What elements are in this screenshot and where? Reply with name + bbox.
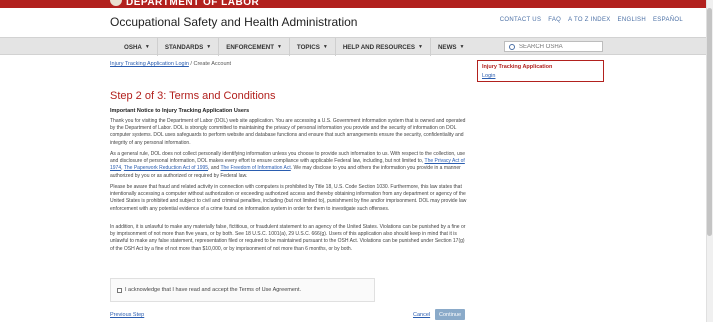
notice-heading: Important Notice to Injury Tracking Appl… (110, 108, 250, 114)
foia-link[interactable]: The Freedom of Information Act (220, 165, 290, 171)
utility-link-espanol[interactable]: ESPAÑOL (653, 17, 683, 23)
department-name: DEPARTMENT OF LABOR (126, 0, 260, 8)
department-banner (0, 0, 706, 8)
sidebar-title: Injury Tracking Application (482, 64, 553, 70)
nav-label: OSHA (124, 43, 142, 51)
continue-button[interactable]: Continue (435, 309, 465, 320)
nav-label: HELP AND RESOURCES (342, 43, 416, 51)
search-box (504, 41, 603, 52)
paragraph-text: As a general rule, DOL does not collect … (110, 151, 466, 165)
nav-label: STANDARDS (164, 43, 204, 51)
nav-standards[interactable]: STANDARDS ▼ (158, 38, 220, 56)
breadcrumb-current: Create Account (193, 61, 232, 67)
nav-label: ENFORCEMENT (226, 43, 274, 51)
utility-link-a-to-z[interactable]: A TO Z INDEX (568, 17, 610, 23)
chevron-down-icon: ▼ (418, 44, 423, 50)
vertical-scrollbar[interactable] (706, 0, 713, 322)
nav-help-and-resources[interactable]: HELP AND RESOURCES ▼ (336, 38, 431, 56)
previous-step-link[interactable]: Previous Step (110, 312, 144, 318)
breadcrumb-separator: / (190, 61, 192, 67)
cancel-link[interactable]: Cancel (413, 312, 430, 318)
utility-link-english[interactable]: ENGLISH (618, 17, 646, 23)
chevron-down-icon: ▼ (276, 44, 282, 50)
acknowledge-label[interactable]: I acknowledge that I have read and accep… (125, 287, 301, 293)
nav-label: NEWS (437, 43, 457, 51)
chevron-down-icon: ▼ (459, 44, 465, 50)
utility-link-contact[interactable]: CONTACT US (500, 17, 541, 23)
scrollbar-thumb[interactable] (707, 8, 712, 236)
search-input[interactable] (519, 43, 599, 50)
paperwork-reduction-act-link[interactable]: The Paperwork Reduction Act of 1995 (124, 165, 208, 171)
utility-link-faq[interactable]: FAQ (548, 17, 561, 23)
utility-links: CONTACT US FAQ A TO Z INDEX ENGLISH ESPA… (500, 17, 683, 23)
sidebar-login-link[interactable]: Login (482, 73, 495, 79)
acknowledge-panel: I acknowledge that I have read and accep… (110, 278, 375, 302)
breadcrumb: Injury Tracking Application Login / Crea… (110, 61, 231, 67)
terms-paragraph: In addition, it is unlawful to make any … (110, 224, 466, 252)
nav-label: TOPICS (296, 43, 320, 51)
breadcrumb-link-login[interactable]: Injury Tracking Application Login (110, 61, 189, 67)
site-title[interactable]: Occupational Safety and Health Administr… (110, 15, 357, 29)
site-header: DEPARTMENT OF LABOR Occupational Safety … (0, 0, 706, 37)
acknowledge-checkbox[interactable] (117, 288, 122, 293)
chevron-down-icon: ▼ (144, 44, 150, 50)
paragraph-text: , and (208, 165, 221, 172)
page-title: Step 2 of 3: Terms and Conditions (110, 90, 276, 102)
main-nav: OSHA ▼ STANDARDS ▼ ENFORCEMENT ▼ TOPICS ▼ HE… (0, 37, 706, 56)
search-icon[interactable] (509, 43, 515, 50)
nav-osha[interactable]: OSHA ▼ (117, 38, 158, 56)
chevron-down-icon: ▼ (206, 44, 212, 50)
terms-paragraph: Thank you for visiting the Department of… (110, 118, 466, 146)
terms-paragraph: Please be aware that fraud and related a… (110, 184, 467, 212)
nav-topics[interactable]: TOPICS ▼ (290, 38, 336, 56)
nav-news[interactable]: NEWS ▼ (431, 38, 472, 56)
terms-paragraph: As a general rule, DOL does not collect … (110, 151, 468, 180)
sidebar-panel: Injury Tracking Application Login (477, 60, 604, 82)
chevron-down-icon: ▼ (322, 44, 328, 50)
nav-enforcement[interactable]: ENFORCEMENT ▼ (219, 38, 290, 56)
